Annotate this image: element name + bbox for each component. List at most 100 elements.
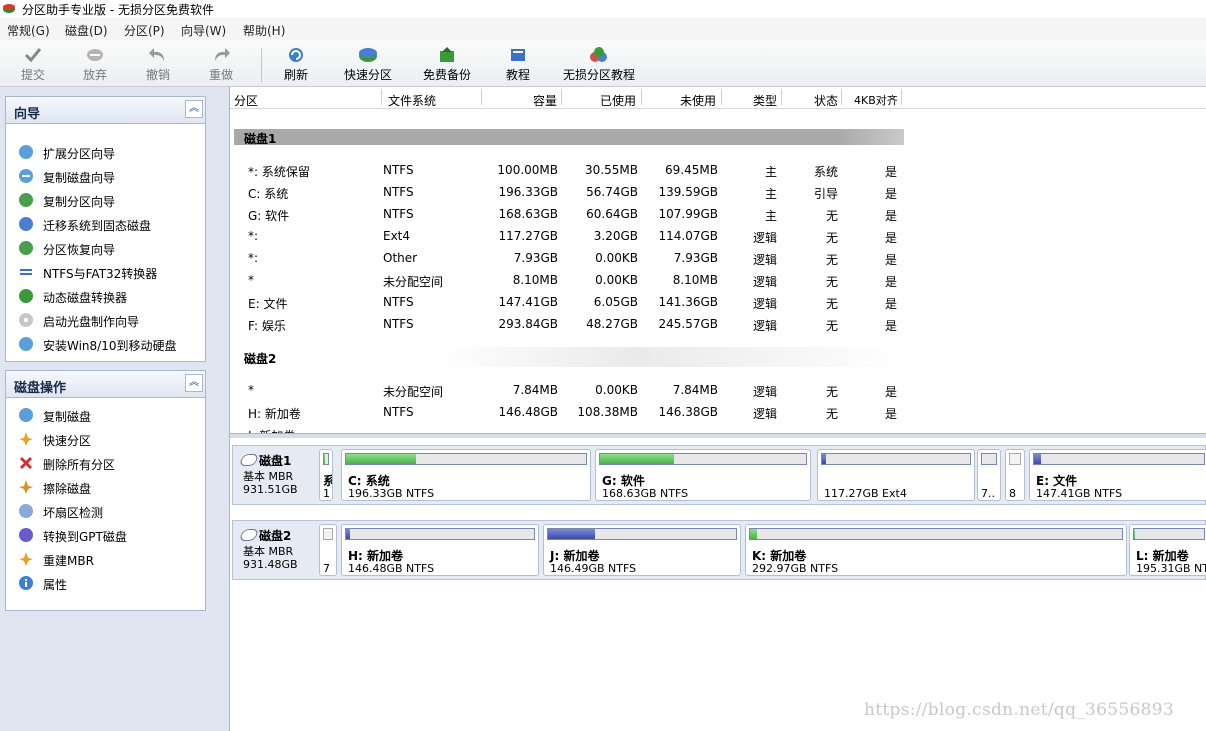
table-cell: * [248,273,254,287]
table-row[interactable]: F: 娱乐 NTFS 293.84GB 48.27GB 245.57GB 逻辑 无 是 [230,313,910,335]
refresh-button[interactable]: 刷新 [273,42,319,84]
disk1-group-header[interactable]: 磁盘1 [234,129,904,146]
col-capacity[interactable]: 容量 [530,92,557,109]
usage-bar [1133,528,1205,540]
partition-block[interactable]: 117.27GB Ext4 [817,449,975,501]
table-row[interactable]: *: Ext4 117.27GB 3.20GB 114.07GB 逻辑 无 是 [230,225,910,247]
table-cell: 7.84MB [512,383,558,397]
partition-block[interactable]: 系1 [319,449,333,501]
commit-button[interactable]: 提交 [10,42,56,84]
col-partition[interactable]: 分区 [234,92,258,109]
table-cell: 是 [884,297,897,311]
table-cell: 141.36GB [658,295,718,309]
collapse-icon[interactable]: ︽ [185,100,203,118]
table-row[interactable]: E: 文件 NTFS 147.41GB 6.05GB 141.36GB 逻辑 无 是 [230,291,910,313]
table-row[interactable]: C: 系统 NTFS 196.33GB 56.74GB 139.59GB 主 引导 是 [230,181,910,203]
table-cell: 168.63GB [498,207,558,221]
lossless-tutorial-button[interactable]: 无损分区教程 [560,42,638,84]
table-row-cutoff[interactable]: J: 新加卷 [230,423,910,433]
copy-disk-icon [19,169,33,183]
usage-fill [1034,454,1041,464]
table-cell: 7.93GB [513,251,558,265]
quick-partition-button[interactable]: 快速分区 [340,42,396,84]
table-cell: 0.00KB [595,383,638,397]
table-cell: 8.10MB [672,273,718,287]
usage-bar [981,453,997,465]
quick-partition-icon [359,48,377,62]
col-unused[interactable]: 未使用 [670,92,716,109]
table-row[interactable]: H: 新加卷 NTFS 146.48GB 108.38MB 146.38GB 逻辑 无 是 [230,401,910,423]
partition-block[interactable]: J: 新加卷 146.49GB NTFS [543,524,741,576]
usage-fill [600,454,675,464]
table-row[interactable]: * 未分配空间 7.84MB 0.00KB 7.84MB 逻辑 无 是 [230,379,910,401]
table-cell: 146.38GB [658,405,718,419]
partition-info: 117.27GB Ext4 [824,487,907,500]
table-cell: 69.45MB [665,163,718,177]
partition-block[interactable]: 8 [1005,449,1025,501]
table-cell: 139.59GB [658,185,718,199]
table-cell: G: 软件 [248,209,290,223]
menu-general[interactable]: 常规(G) [7,22,50,39]
discard-button[interactable]: 放弃 [72,42,118,84]
delete-icon [19,456,33,470]
redo-icon [215,48,230,61]
col-4k-align[interactable]: 4KB对齐 [854,92,898,108]
usage-fill [346,529,350,539]
col-status[interactable]: 状态 [812,92,838,109]
usage-bar [345,528,535,540]
partition-block[interactable]: 7 [319,524,337,576]
table-cell: 293.84GB [498,317,558,331]
usage-fill [750,529,758,539]
table-row[interactable]: *: 系统保留 NTFS 100.00MB 30.55MB 69.45MB 主 系统 是 [230,159,910,181]
table-row[interactable]: G: 软件 NTFS 168.63GB 60.64GB 107.99GB 主 无 是 [230,203,910,225]
copy-partition-icon [19,193,33,207]
partition-block[interactable]: L: 新加卷195.31GB NTFS [1129,524,1206,576]
redo-button[interactable]: 重做 [198,42,244,84]
partition-info: 196.33GB NTFS [348,487,435,500]
cd-icon [19,313,33,327]
menu-disk[interactable]: 磁盘(D) [65,22,108,39]
partition-block[interactable]: C: 系统 196.33GB NTFS [341,449,591,501]
disk1-map[interactable]: 磁盘1 基本 MBR 931.51GB 系1C: 系统196.33GB NTFS… [232,445,1206,505]
menu-partition[interactable]: 分区(P) [124,22,165,39]
discard-icon [87,49,103,61]
col-filesystem[interactable]: 文件系统 [388,92,436,109]
collapse-icon[interactable]: ︽ [185,374,203,392]
partition-block[interactable]: G: 软件 168.63GB NTFS [595,449,811,501]
usage-fill [548,529,595,539]
partition-block[interactable]: E: 文件 147.41GB NTFS [1029,449,1206,501]
table-cell: 逻辑 [752,385,777,399]
menu-help[interactable]: 帮助(H) [243,22,285,39]
table-cell: 无 [825,209,838,223]
free-backup-button[interactable]: 免费备份 [419,42,475,84]
table-row[interactable]: *: Other 7.93GB 0.00KB 7.93GB 逻辑 无 是 [230,247,910,269]
partition-info: 8 [1009,487,1016,500]
partition-info: 147.41GB NTFS [1036,487,1123,500]
col-used[interactable]: 已使用 [592,92,636,109]
wizard-panel-title: 向导 [14,107,41,122]
partition-info: 292.97GB NTFS [752,562,839,575]
menu-wizard[interactable]: 向导(W) [181,22,226,39]
table-cell: 引导 [813,187,838,201]
table-cell: 是 [884,231,897,245]
table-cell: 是 [884,275,897,289]
tutorial-icon [590,47,607,62]
undo-icon [149,48,164,61]
partition-block[interactable]: 7.. [977,449,1001,501]
table-cell: 主 [764,187,777,201]
title-bar: 分区助手专业版 - 无损分区免费软件 [0,0,1206,18]
disk2-map[interactable]: 磁盘2 基本 MBR 931.48GB 7 H: 新加卷 146.48GB NTFS… [232,520,1206,580]
gpt-icon [19,528,33,542]
table-cell: NTFS [383,207,414,221]
partition-block[interactable]: H: 新加卷 146.48GB NTFS [341,524,539,576]
undo-button[interactable]: 撤销 [135,42,181,84]
table-cell: NTFS [383,317,414,331]
partition-block[interactable]: K: 新加卷 292.97GB NTFS [745,524,1127,576]
table-cell: 逻辑 [752,275,777,289]
table-row[interactable]: * 未分配空间 8.10MB 0.00KB 8.10MB 逻辑 无 是 [230,269,910,291]
disk2-group-header[interactable]: 磁盘2 [234,347,904,367]
col-type[interactable]: 类型 [750,92,777,109]
tutorial-button[interactable]: 教程 [498,42,538,84]
table-cell: Ext4 [383,229,411,243]
copy-disk-icon [19,408,33,422]
